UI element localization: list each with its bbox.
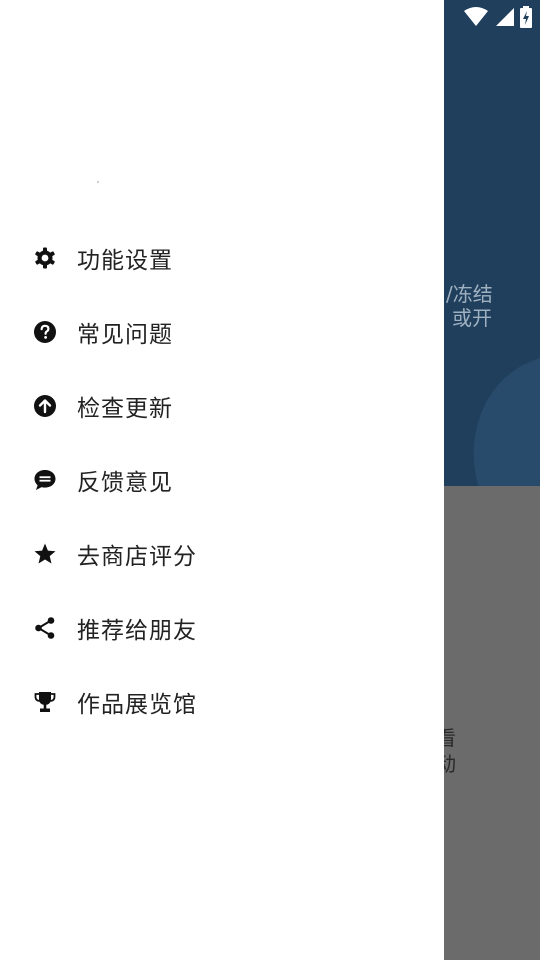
menu-item-label: 推荐给朋友 [77,618,197,644]
background-wave [444,338,540,486]
menu-item-label: 检查更新 [77,396,173,422]
drawer-menu: 功能设置 常见问题 检查更新 反馈意见 去商店评分 推荐给朋友 作品展览馆 [0,221,444,739]
drawer-header-image [97,181,99,183]
share-icon [33,616,57,640]
menu-item-feedback[interactable]: 反馈意见 [0,443,444,517]
menu-item-check-update[interactable]: 检查更新 [0,369,444,443]
wifi-icon [464,7,488,27]
menu-item-label: 功能设置 [77,248,173,274]
star-icon [33,542,57,566]
background-header-text: 或开 [452,306,492,330]
menu-item-faq[interactable]: 常见问题 [0,295,444,369]
help-icon [33,320,57,344]
gear-icon [33,246,57,270]
feedback-icon [33,468,57,492]
menu-item-rate-app[interactable]: 去商店评分 [0,517,444,591]
cell-signal-icon [494,7,514,27]
upgrade-icon [33,394,57,418]
status-bar [464,6,532,28]
navigation-drawer: 功能设置 常见问题 检查更新 反馈意见 去商店评分 推荐给朋友 作品展览馆 [0,0,444,960]
menu-item-settings[interactable]: 功能设置 [0,221,444,295]
battery-charging-icon [520,6,532,28]
menu-item-share[interactable]: 推荐给朋友 [0,591,444,665]
menu-item-label: 作品展览馆 [77,692,197,718]
menu-item-gallery[interactable]: 作品展览馆 [0,665,444,739]
menu-item-label: 去商店评分 [77,544,197,570]
menu-item-label: 常见问题 [77,322,173,348]
menu-item-label: 反馈意见 [77,470,173,496]
trophy-icon [33,690,57,714]
